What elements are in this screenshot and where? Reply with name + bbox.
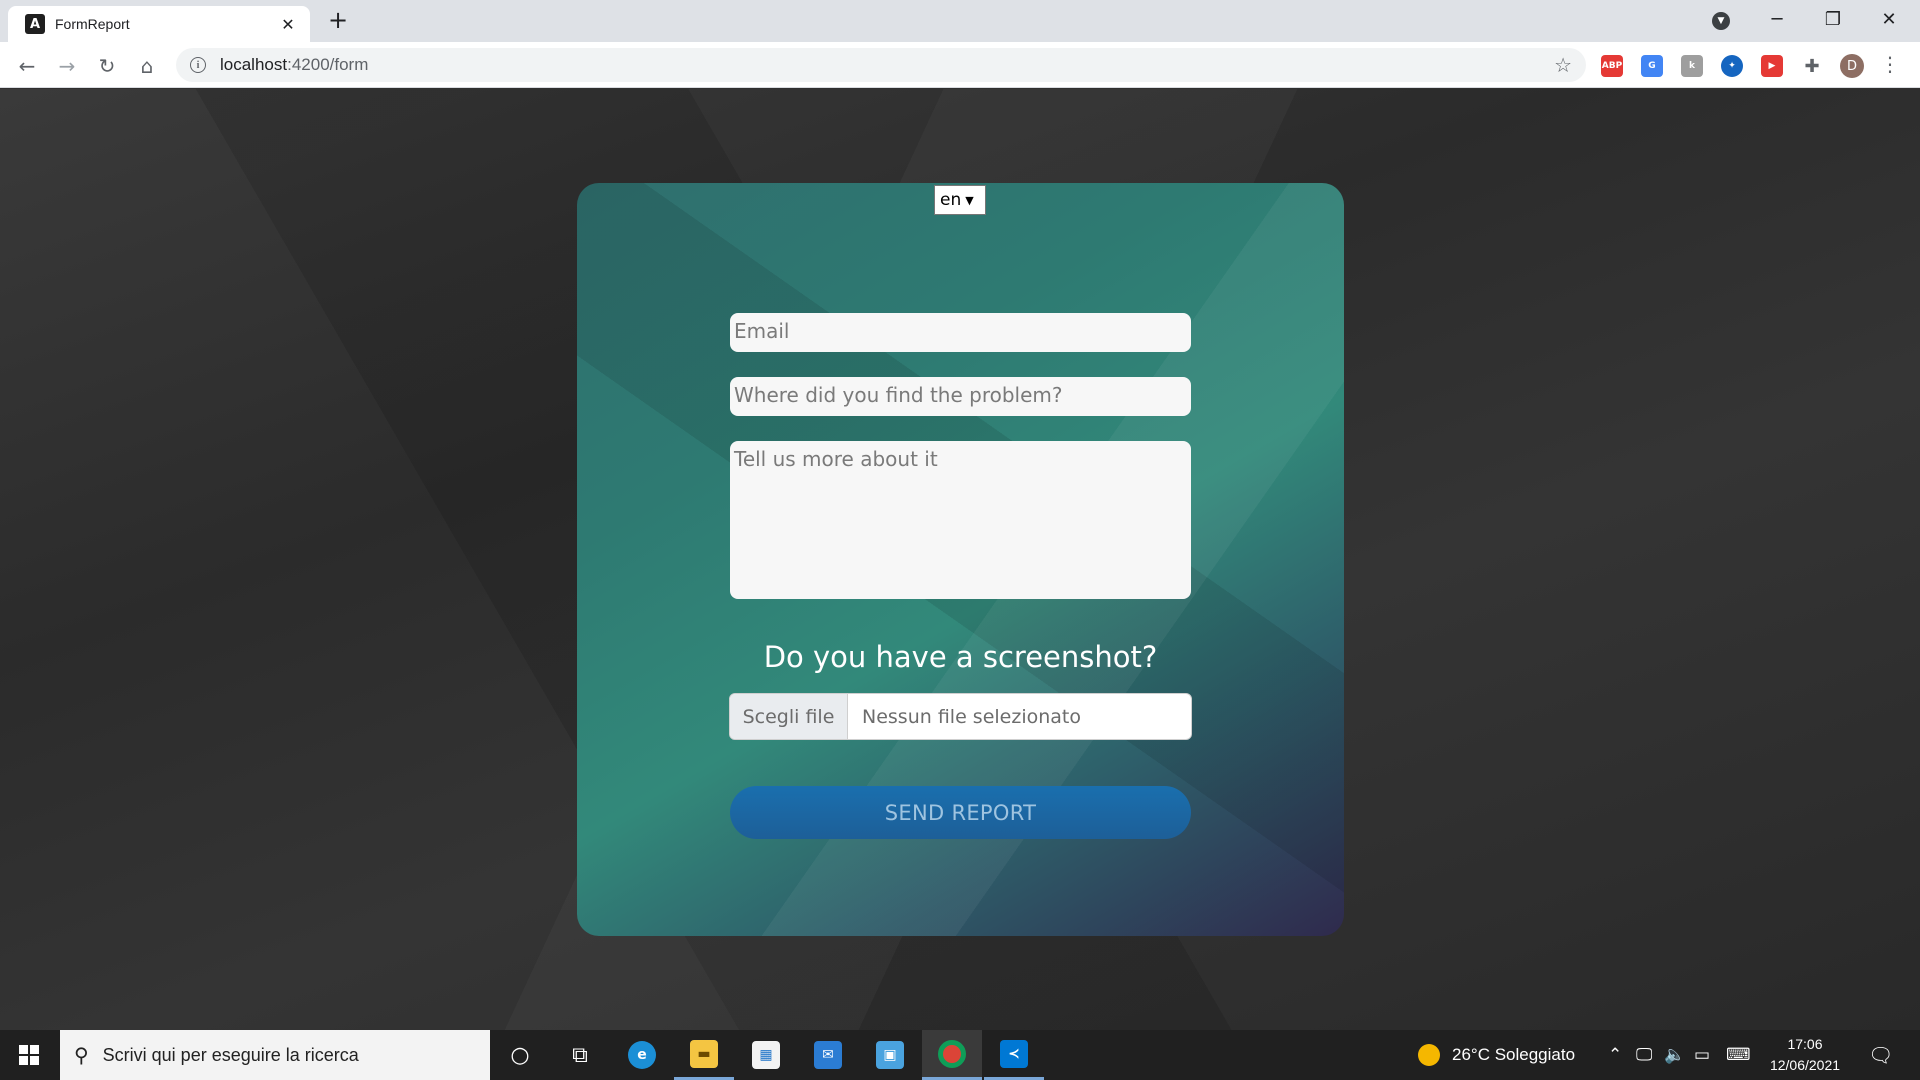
chrome-icon[interactable]: [922, 1030, 982, 1080]
restore-button[interactable]: ❐: [1808, 4, 1858, 34]
close-tab-icon[interactable]: ✕: [278, 15, 298, 34]
back-button[interactable]: ←: [11, 50, 43, 82]
extension-blue-icon[interactable]: ✦: [1721, 55, 1743, 77]
google-translate-icon[interactable]: G: [1641, 55, 1663, 77]
reload-button[interactable]: ↻: [91, 50, 123, 82]
new-tab-button[interactable]: +: [324, 6, 352, 34]
network-icon[interactable]: 🖵: [1636, 1030, 1652, 1080]
browser-tab-strip: A FormReport ✕ + ▼ ─ ❐ ✕: [0, 0, 1920, 42]
cortana-icon[interactable]: ○: [490, 1030, 550, 1080]
youtube-extension-icon[interactable]: ▶: [1761, 55, 1783, 77]
browser-toolbar: ← → ↻ ⌂ i localhost:4200/form ☆ ABP G k …: [0, 42, 1920, 88]
angular-favicon-icon: A: [25, 14, 45, 34]
taskbar-search-placeholder: Scrivi qui per eseguire la ricerca: [102, 1044, 359, 1065]
page-background: en ▼ Email Where did you find the problem…: [0, 89, 1920, 1030]
report-form-card: en ▼ Email Where did you find the problem…: [577, 183, 1344, 936]
taskbar-clock[interactable]: 17:06 12/06/2021: [1760, 1034, 1850, 1076]
control-panel-icon[interactable]: ▣: [860, 1030, 920, 1080]
language-select[interactable]: en ▼: [934, 185, 986, 215]
keyboard-icon[interactable]: ⌨: [1726, 1030, 1751, 1080]
forward-button[interactable]: →: [51, 50, 83, 82]
site-info-icon[interactable]: i: [190, 57, 206, 73]
email-field[interactable]: Email: [730, 313, 1191, 352]
search-icon: ⚲: [74, 1043, 89, 1067]
mail-icon[interactable]: ✉: [798, 1030, 858, 1080]
adblock-plus-icon[interactable]: ABP: [1601, 55, 1623, 77]
browser-tab[interactable]: A FormReport ✕: [8, 6, 310, 42]
minimize-button[interactable]: ─: [1752, 4, 1802, 34]
problem-location-field[interactable]: Where did you find the problem?: [730, 377, 1191, 416]
file-explorer-icon[interactable]: ▬: [674, 1030, 734, 1080]
close-window-button[interactable]: ✕: [1864, 4, 1914, 34]
taskbar-search[interactable]: ⚲ Scrivi qui per eseguire la ricerca: [60, 1030, 490, 1080]
screenshot-file-input[interactable]: Scegli file Nessun file selezionato: [729, 693, 1192, 740]
profile-avatar[interactable]: D: [1840, 54, 1864, 78]
home-button[interactable]: ⌂: [131, 50, 163, 82]
screenshot-question: Do you have a screenshot?: [763, 640, 1158, 674]
extensions-puzzle-icon[interactable]: ✚: [1801, 55, 1823, 77]
choose-file-button[interactable]: Scegli file: [730, 694, 848, 739]
vscode-icon[interactable]: ≺: [984, 1030, 1044, 1080]
chevron-down-icon: ▼: [965, 193, 974, 207]
send-report-button[interactable]: SEND REPORT: [730, 786, 1191, 839]
url-text[interactable]: localhost:4200/form: [220, 55, 368, 75]
start-button[interactable]: [0, 1030, 58, 1080]
windows-logo-icon: [19, 1045, 39, 1065]
details-textarea[interactable]: Tell us more about it: [730, 441, 1191, 599]
weather-text: 26°C Soleggiato: [1452, 1045, 1576, 1064]
clock-time: 17:06: [1787, 1036, 1823, 1052]
volume-icon[interactable]: 🔈: [1664, 1030, 1685, 1080]
tray-overflow-icon[interactable]: ⌃: [1608, 1030, 1622, 1080]
address-bar[interactable]: i localhost:4200/form ☆: [176, 48, 1586, 82]
notifications-icon[interactable]: 🗨: [1868, 1030, 1893, 1080]
bookmark-star-icon[interactable]: ☆: [1554, 53, 1572, 77]
edge-icon[interactable]: e: [612, 1030, 672, 1080]
task-view-icon[interactable]: ⧉: [550, 1030, 610, 1080]
browser-menu-icon[interactable]: ⋮: [1880, 52, 1900, 76]
clock-date: 12/06/2021: [1769, 1057, 1841, 1073]
windows-taskbar: ⚲ Scrivi qui per eseguire la ricerca ○ ⧉…: [0, 1030, 1920, 1080]
tab-search-icon[interactable]: ▼: [1712, 12, 1730, 30]
sunny-weather-icon: [1418, 1044, 1440, 1066]
microsoft-store-icon[interactable]: ▦: [736, 1030, 796, 1080]
tab-title: FormReport: [55, 16, 130, 32]
battery-icon[interactable]: ▭: [1694, 1030, 1710, 1080]
weather-widget[interactable]: 26°C Soleggiato: [1418, 1030, 1575, 1080]
extension-gray-icon[interactable]: k: [1681, 55, 1703, 77]
file-status-text: Nessun file selezionato: [862, 705, 1081, 728]
